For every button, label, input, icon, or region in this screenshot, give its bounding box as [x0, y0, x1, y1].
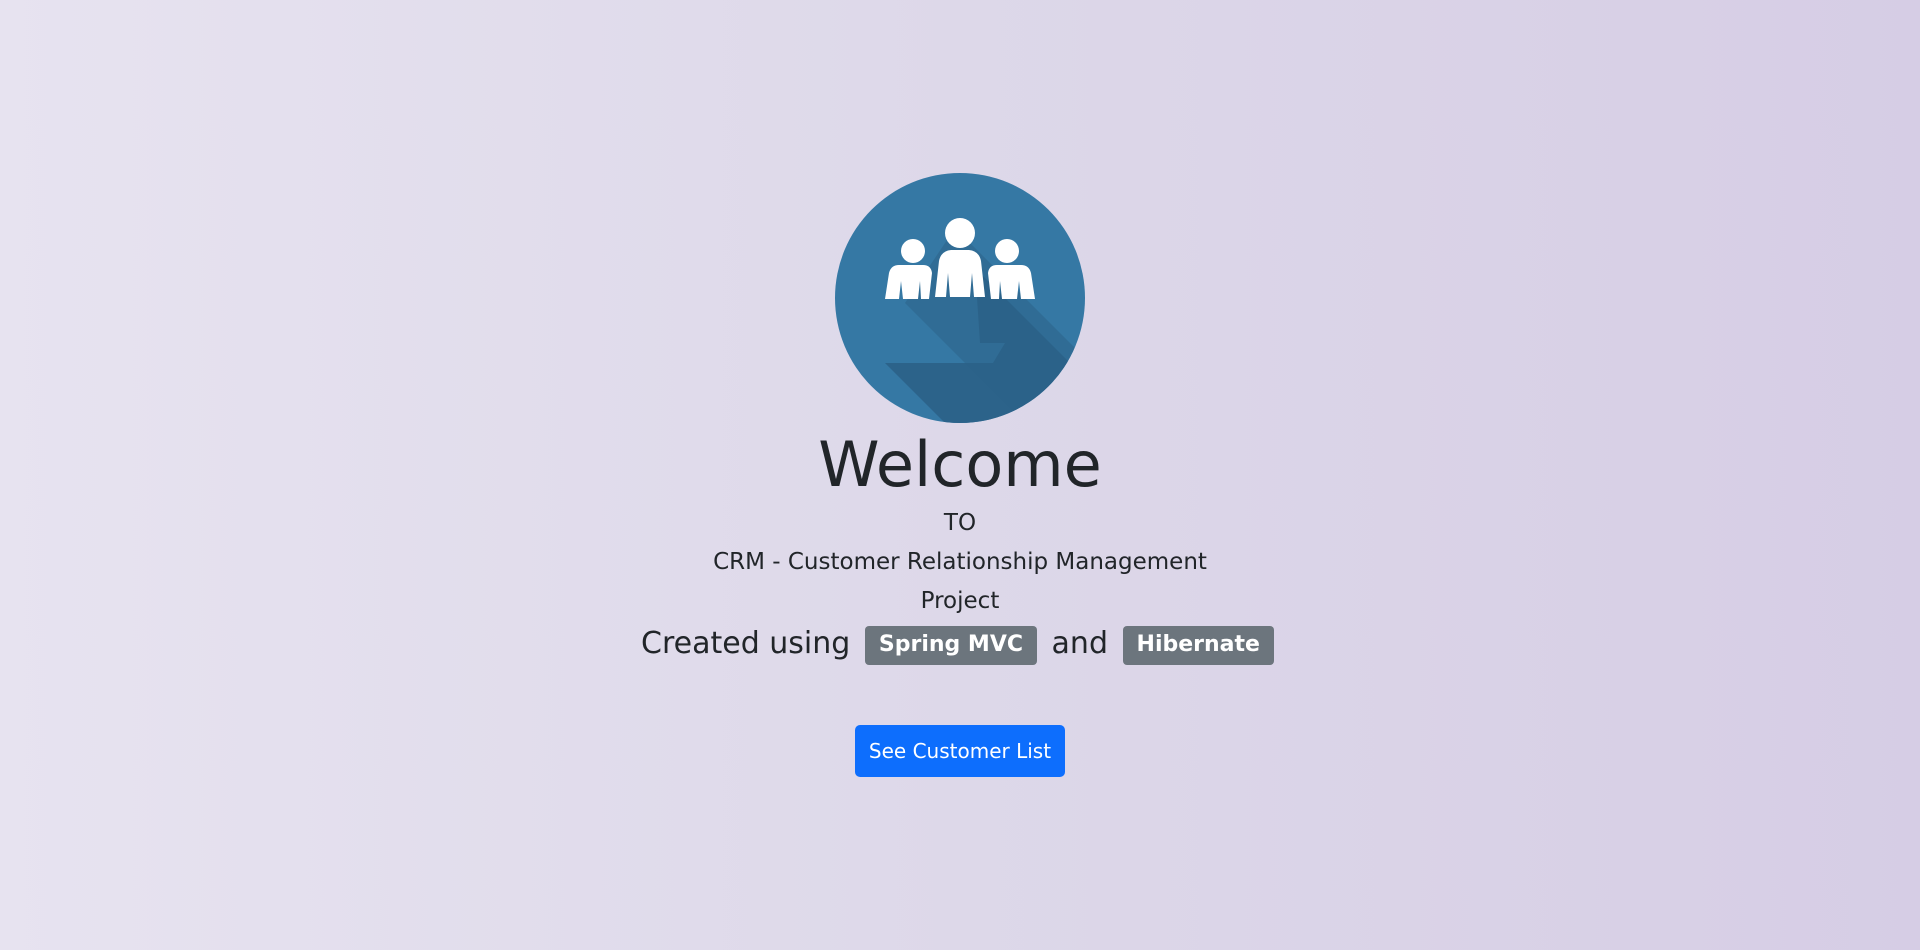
spring-mvc-badge: Spring MVC — [864, 626, 1037, 665]
see-customer-list-button[interactable]: See Customer List — [855, 725, 1065, 777]
created-joiner: and — [1051, 626, 1108, 661]
to-text: TO — [943, 510, 977, 536]
crm-logo-icon — [835, 173, 1085, 423]
created-using-line: Created using Spring MVC and Hibernate — [0, 622, 1920, 666]
welcome-title: Welcome — [818, 428, 1102, 501]
project-subtitle: CRM - Customer Relationship Management — [713, 549, 1207, 575]
hibernate-badge: Hibernate — [1122, 626, 1274, 665]
created-prefix: Created using — [641, 626, 851, 661]
project-label: Project — [920, 588, 1000, 614]
